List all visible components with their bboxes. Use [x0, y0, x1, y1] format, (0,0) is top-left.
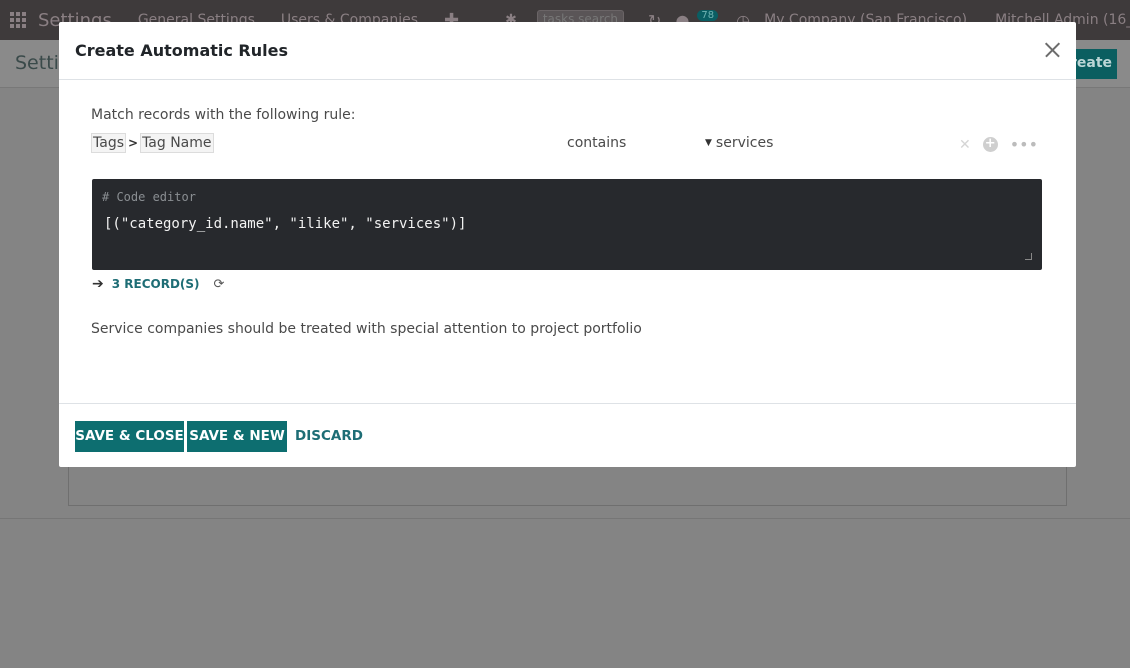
operator-select[interactable]: contains	[567, 135, 626, 151]
value-text: services	[715, 135, 774, 151]
background-divider	[0, 518, 1130, 519]
create-automatic-rules-dialog: Create Automatic Rules Match records wit…	[59, 22, 1076, 467]
save-close-button[interactable]: SAVE & CLOSE	[75, 421, 184, 452]
apps-grid-icon[interactable]	[10, 12, 26, 28]
code-editor-comment: # Code editor	[102, 190, 196, 204]
rule-label: Match records with the following rule:	[91, 107, 356, 123]
rule-row-actions: ✕ + •••	[959, 135, 1038, 154]
modal-title: Create Automatic Rules	[75, 41, 288, 60]
discard-button[interactable]: DISCARD	[292, 421, 366, 452]
path-chip-tags[interactable]: Tags	[91, 133, 126, 153]
path-chip-tag-name[interactable]: Tag Name	[140, 133, 214, 153]
chevron-right-icon: >	[128, 136, 139, 150]
code-editor[interactable]: # Code editor [("category_id.name", "ili…	[92, 179, 1042, 270]
records-count-label[interactable]: 3 RECORD(S)	[112, 277, 200, 291]
caret-down-icon: ▼	[705, 138, 712, 148]
save-new-button[interactable]: SAVE & NEW	[187, 421, 287, 452]
refresh-records-icon[interactable]: ⟳	[214, 277, 225, 292]
modal-header: Create Automatic Rules	[59, 22, 1076, 80]
code-editor-content[interactable]: [("category_id.name", "ilike", "services…	[104, 216, 466, 232]
arrow-right-icon: ➔	[92, 276, 104, 292]
close-icon[interactable]	[1042, 40, 1062, 60]
messages-badge: 78	[697, 9, 719, 21]
delete-rule-icon[interactable]: ✕	[959, 137, 971, 153]
more-options-icon[interactable]: •••	[1010, 135, 1038, 154]
rule-description: Service companies should be treated with…	[91, 321, 642, 337]
resize-handle-icon[interactable]	[1025, 253, 1032, 260]
add-rule-icon[interactable]: +	[982, 137, 998, 152]
field-path-selector[interactable]: Tags > Tag Name	[91, 133, 214, 153]
modal-footer: SAVE & CLOSE SAVE & NEW DISCARD	[59, 403, 1076, 467]
records-link[interactable]: ➔ 3 RECORD(S) ⟳	[92, 276, 224, 292]
value-select[interactable]: ▼ services	[705, 135, 773, 151]
